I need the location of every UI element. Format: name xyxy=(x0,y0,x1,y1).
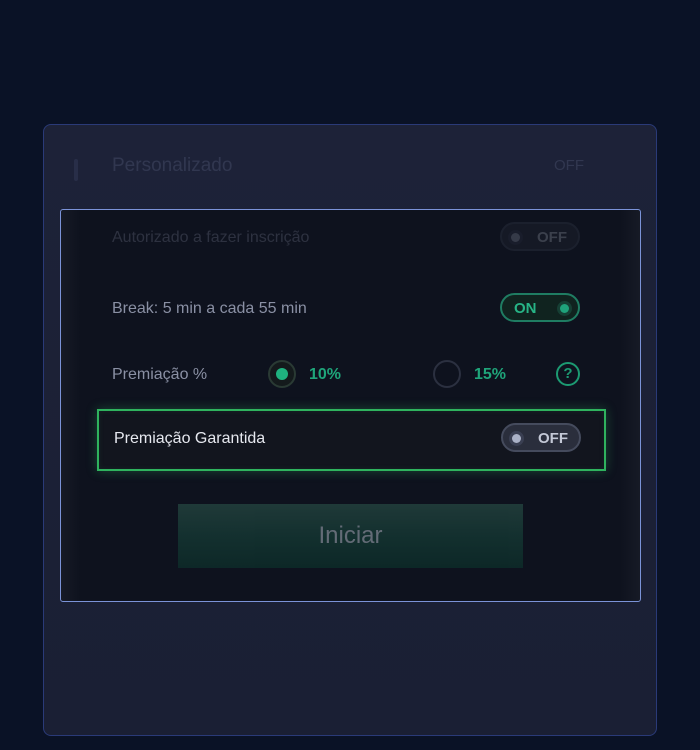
registration-label: Autorizado a fazer inscrição xyxy=(112,229,310,246)
break-toggle[interactable]: ON xyxy=(500,293,580,322)
toggle-knob xyxy=(512,434,521,443)
prize-15-radio[interactable] xyxy=(433,360,461,388)
header-bar-icon xyxy=(74,159,78,181)
registration-row: Autorizado a fazer inscrição OFF xyxy=(61,210,640,270)
break-row: Break: 5 min a cada 55 min ON xyxy=(61,270,640,345)
radio-dot xyxy=(276,368,288,380)
faded-header: Personalizado OFF xyxy=(44,125,656,210)
prize-percent-row: Premiação % 10% 15% ? xyxy=(61,345,640,407)
guaranteed-prize-toggle[interactable]: OFF xyxy=(501,423,581,452)
registration-toggle[interactable]: OFF xyxy=(500,222,580,251)
break-label: Break: 5 min a cada 55 min xyxy=(112,300,307,317)
guaranteed-prize-row: Premiação Garantida OFF xyxy=(97,409,606,471)
toggle-knob xyxy=(511,233,520,242)
header-title: Personalizado xyxy=(112,155,233,176)
prize-15-label[interactable]: 15% xyxy=(474,366,506,384)
toggle-label: OFF xyxy=(538,430,568,447)
toggle-knob xyxy=(560,304,569,313)
guaranteed-prize-label: Premiação Garantida xyxy=(114,430,266,447)
prize-percent-label: Premiação % xyxy=(112,366,208,383)
prize-10-label[interactable]: 10% xyxy=(309,366,341,384)
settings-overlay-panel: Autorizado a fazer inscrição OFF Break: … xyxy=(60,209,641,602)
toggle-label: ON xyxy=(514,300,537,317)
help-icon[interactable]: ? xyxy=(556,362,580,386)
prize-10-radio[interactable] xyxy=(268,360,296,388)
toggle-label: OFF xyxy=(537,229,567,246)
start-button[interactable]: Iniciar xyxy=(178,504,523,568)
header-right-label: OFF xyxy=(554,157,584,174)
